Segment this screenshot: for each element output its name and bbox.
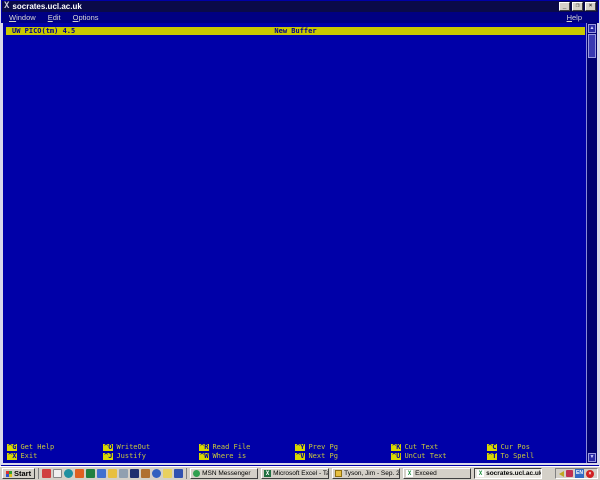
quicklaunch-icon-10[interactable] [141,469,151,478]
quicklaunch-icon-9[interactable] [130,469,140,478]
app-window: X socrates.ucl.ac.uk _ ❐ × Window Edit O… [0,0,600,466]
shortcut-row-2: ^X Exit ^J Justify ^W Where is ^V Next Pg ^U… [7,451,583,461]
language-indicator[interactable]: EN [575,469,584,478]
pico-shortcuts: ^G Get Help ^O WriteOut ^R Read File ^Y Prev… [7,444,583,460]
menu-options[interactable]: Options [73,13,99,22]
taskbar-button-socrates[interactable]: X socrates.ucl.ac.uk [474,468,543,479]
tray-app-icon[interactable] [566,470,573,477]
email-icon [335,470,343,477]
quicklaunch-icon-5[interactable] [86,469,96,478]
menu-help[interactable]: Help [567,13,582,22]
exceed-session-icon: X [477,470,485,477]
titlebar[interactable]: X socrates.ucl.ac.uk _ ❐ × [2,1,598,12]
quicklaunch-icon-4[interactable] [75,469,85,478]
windows-flag-icon [6,470,12,477]
volume-icon[interactable] [559,470,564,477]
exceed-logo-icon: X [4,1,10,11]
scrollbar-thumb[interactable] [588,34,596,58]
buffer-name: New Buffer [274,27,317,35]
menu-window[interactable]: Window [9,13,36,22]
taskbar-button-msn-messenger[interactable]: MSN Messenger [190,468,259,479]
shortcut-uncut-text: ^U UnCut Text [391,451,447,460]
window-title: socrates.ucl.ac.uk [12,2,82,11]
shortcut-writeout: ^O WriteOut [103,443,151,452]
exceed-icon: X [406,470,414,477]
taskbar: Start MSN Messenger X Microsoft Excel - … [0,466,600,480]
msn-messenger-icon [193,470,201,477]
maximize-button[interactable]: ❐ [572,2,583,11]
quicklaunch-icon-6[interactable] [97,469,107,478]
quicklaunch-icon-13[interactable] [174,469,184,478]
shortcut-exit: ^X Exit [7,451,38,460]
taskbar-button-email[interactable]: Tyson, Jim - Sep. 27 t... [332,468,401,479]
quicklaunch-icon-2[interactable] [53,469,63,478]
start-button[interactable]: Start [2,468,36,479]
quicklaunch-icon-7[interactable] [108,469,118,478]
scroll-up-icon[interactable]: ▲ [588,24,596,33]
quicklaunch-icon-12[interactable] [163,469,173,478]
shortcut-cur-pos: ^C Cur Pos [487,443,530,452]
shortcut-next-pg: ^V Next Pg [295,451,338,460]
shortcut-cut-text: ^K Cut Text [391,443,439,452]
quicklaunch-icon-11[interactable] [152,469,162,478]
close-button[interactable]: × [585,2,596,11]
shortcut-justify: ^J Justify [103,451,146,460]
quicklaunch-icon-8[interactable] [119,469,129,478]
minimize-button[interactable]: _ [559,2,570,11]
start-label: Start [14,469,32,478]
alert-status-icon[interactable]: × [586,469,594,478]
menubar: Window Edit Options Help [2,12,598,23]
taskbar-button-excel[interactable]: X Microsoft Excel - Talis ... [261,468,330,479]
excel-icon: X [264,470,272,477]
terminal-area[interactable]: UW PICO(tm) 4.5 New Buffer ^G Get Help ^O… [1,23,599,465]
shortcut-get-help: ^G Get Help [7,443,55,452]
shortcut-row-1: ^G Get Help ^O WriteOut ^R Read File ^Y Prev… [7,444,583,452]
shortcut-where-is: ^W Where is [199,451,247,460]
quicklaunch-icon-3[interactable] [64,469,74,478]
shortcut-prev-pg: ^Y Prev Pg [295,443,338,452]
quicklaunch-icon-1[interactable] [42,469,52,478]
scroll-down-icon[interactable]: ▼ [588,453,596,462]
quick-launch-bar [38,468,188,479]
system-tray: EN × [555,468,598,479]
shortcut-to-spell: ^T To Spell [487,451,535,460]
shortcut-read-file: ^R Read File [199,443,251,452]
menu-edit[interactable]: Edit [48,13,61,22]
taskbar-button-exceed[interactable]: X Exceed [403,468,472,479]
vertical-scrollbar[interactable]: ▲ ▼ [586,23,597,463]
pico-statusbar: UW PICO(tm) 4.5 New Buffer [6,27,585,35]
window-controls: _ ❐ × [559,2,596,11]
